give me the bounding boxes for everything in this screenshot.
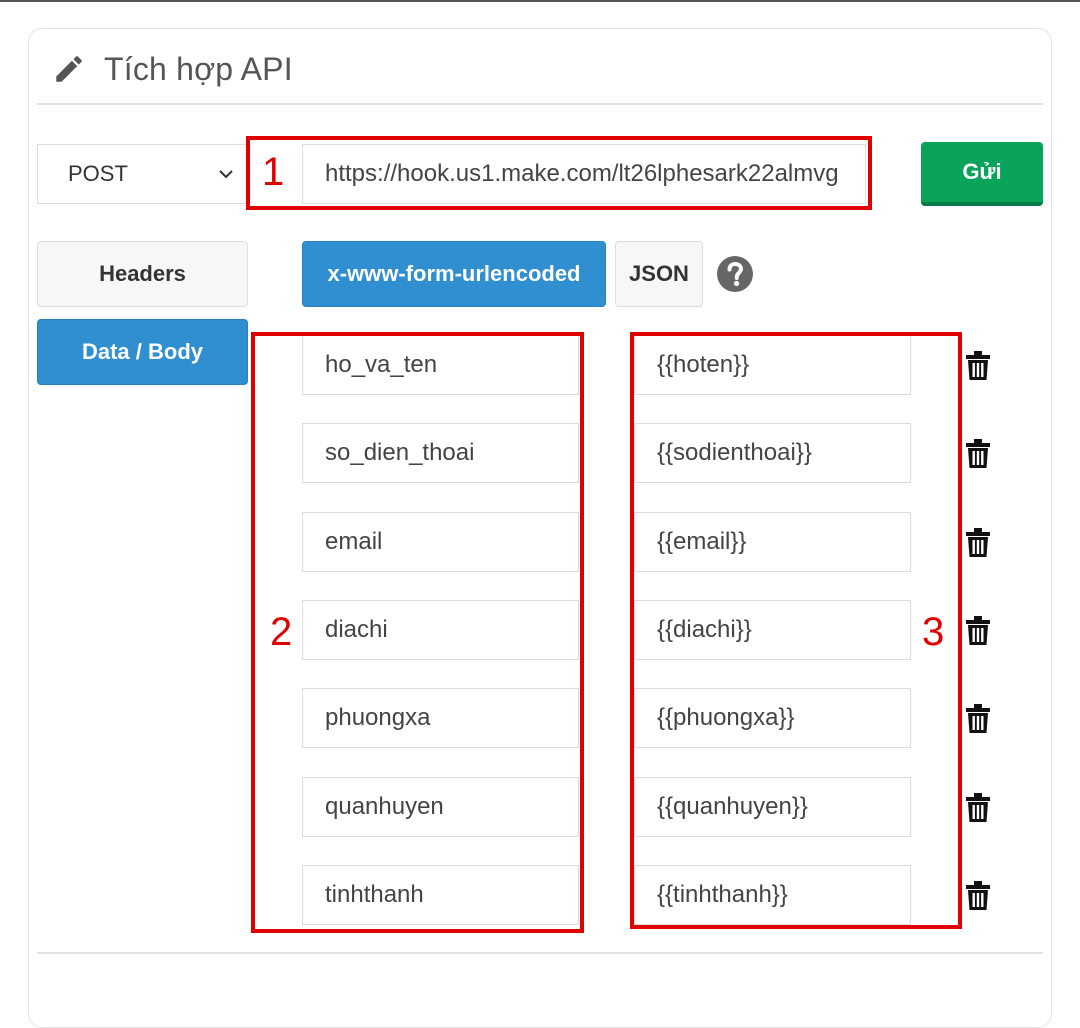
annotation-label-2: 2 <box>270 610 293 654</box>
annotation-label-1: 1 <box>262 150 285 194</box>
trash-icon[interactable] <box>964 793 992 823</box>
annotation-label-3: 3 <box>922 610 945 654</box>
trash-icon[interactable] <box>964 704 992 734</box>
annotation-box-1 <box>246 136 872 210</box>
header-divider <box>37 103 1043 105</box>
tab-data-body[interactable]: Data / Body <box>37 319 248 385</box>
help-icon[interactable] <box>716 255 754 293</box>
pencil-icon <box>56 56 82 82</box>
trash-icon[interactable] <box>964 616 992 646</box>
format-json-button[interactable]: JSON <box>615 241 703 307</box>
send-button[interactable]: Gửi <box>921 142 1043 206</box>
trash-icon[interactable] <box>964 881 992 911</box>
top-border <box>0 0 1080 2</box>
trash-icon[interactable] <box>964 351 992 381</box>
tab-headers[interactable]: Headers <box>37 241 248 307</box>
chevron-down-icon <box>219 170 233 179</box>
page-title: Tích hợp API <box>104 50 293 87</box>
trash-icon[interactable] <box>964 528 992 558</box>
panel-header: Tích hợp API <box>52 44 293 94</box>
annotation-box-3 <box>630 332 962 929</box>
footer-divider <box>37 952 1043 954</box>
method-value: POST <box>68 161 128 186</box>
format-urlencoded-button[interactable]: x-www-form-urlencoded <box>302 241 606 307</box>
annotation-box-2 <box>251 332 584 933</box>
trash-icon[interactable] <box>964 439 992 469</box>
method-select[interactable]: POST <box>37 144 247 204</box>
